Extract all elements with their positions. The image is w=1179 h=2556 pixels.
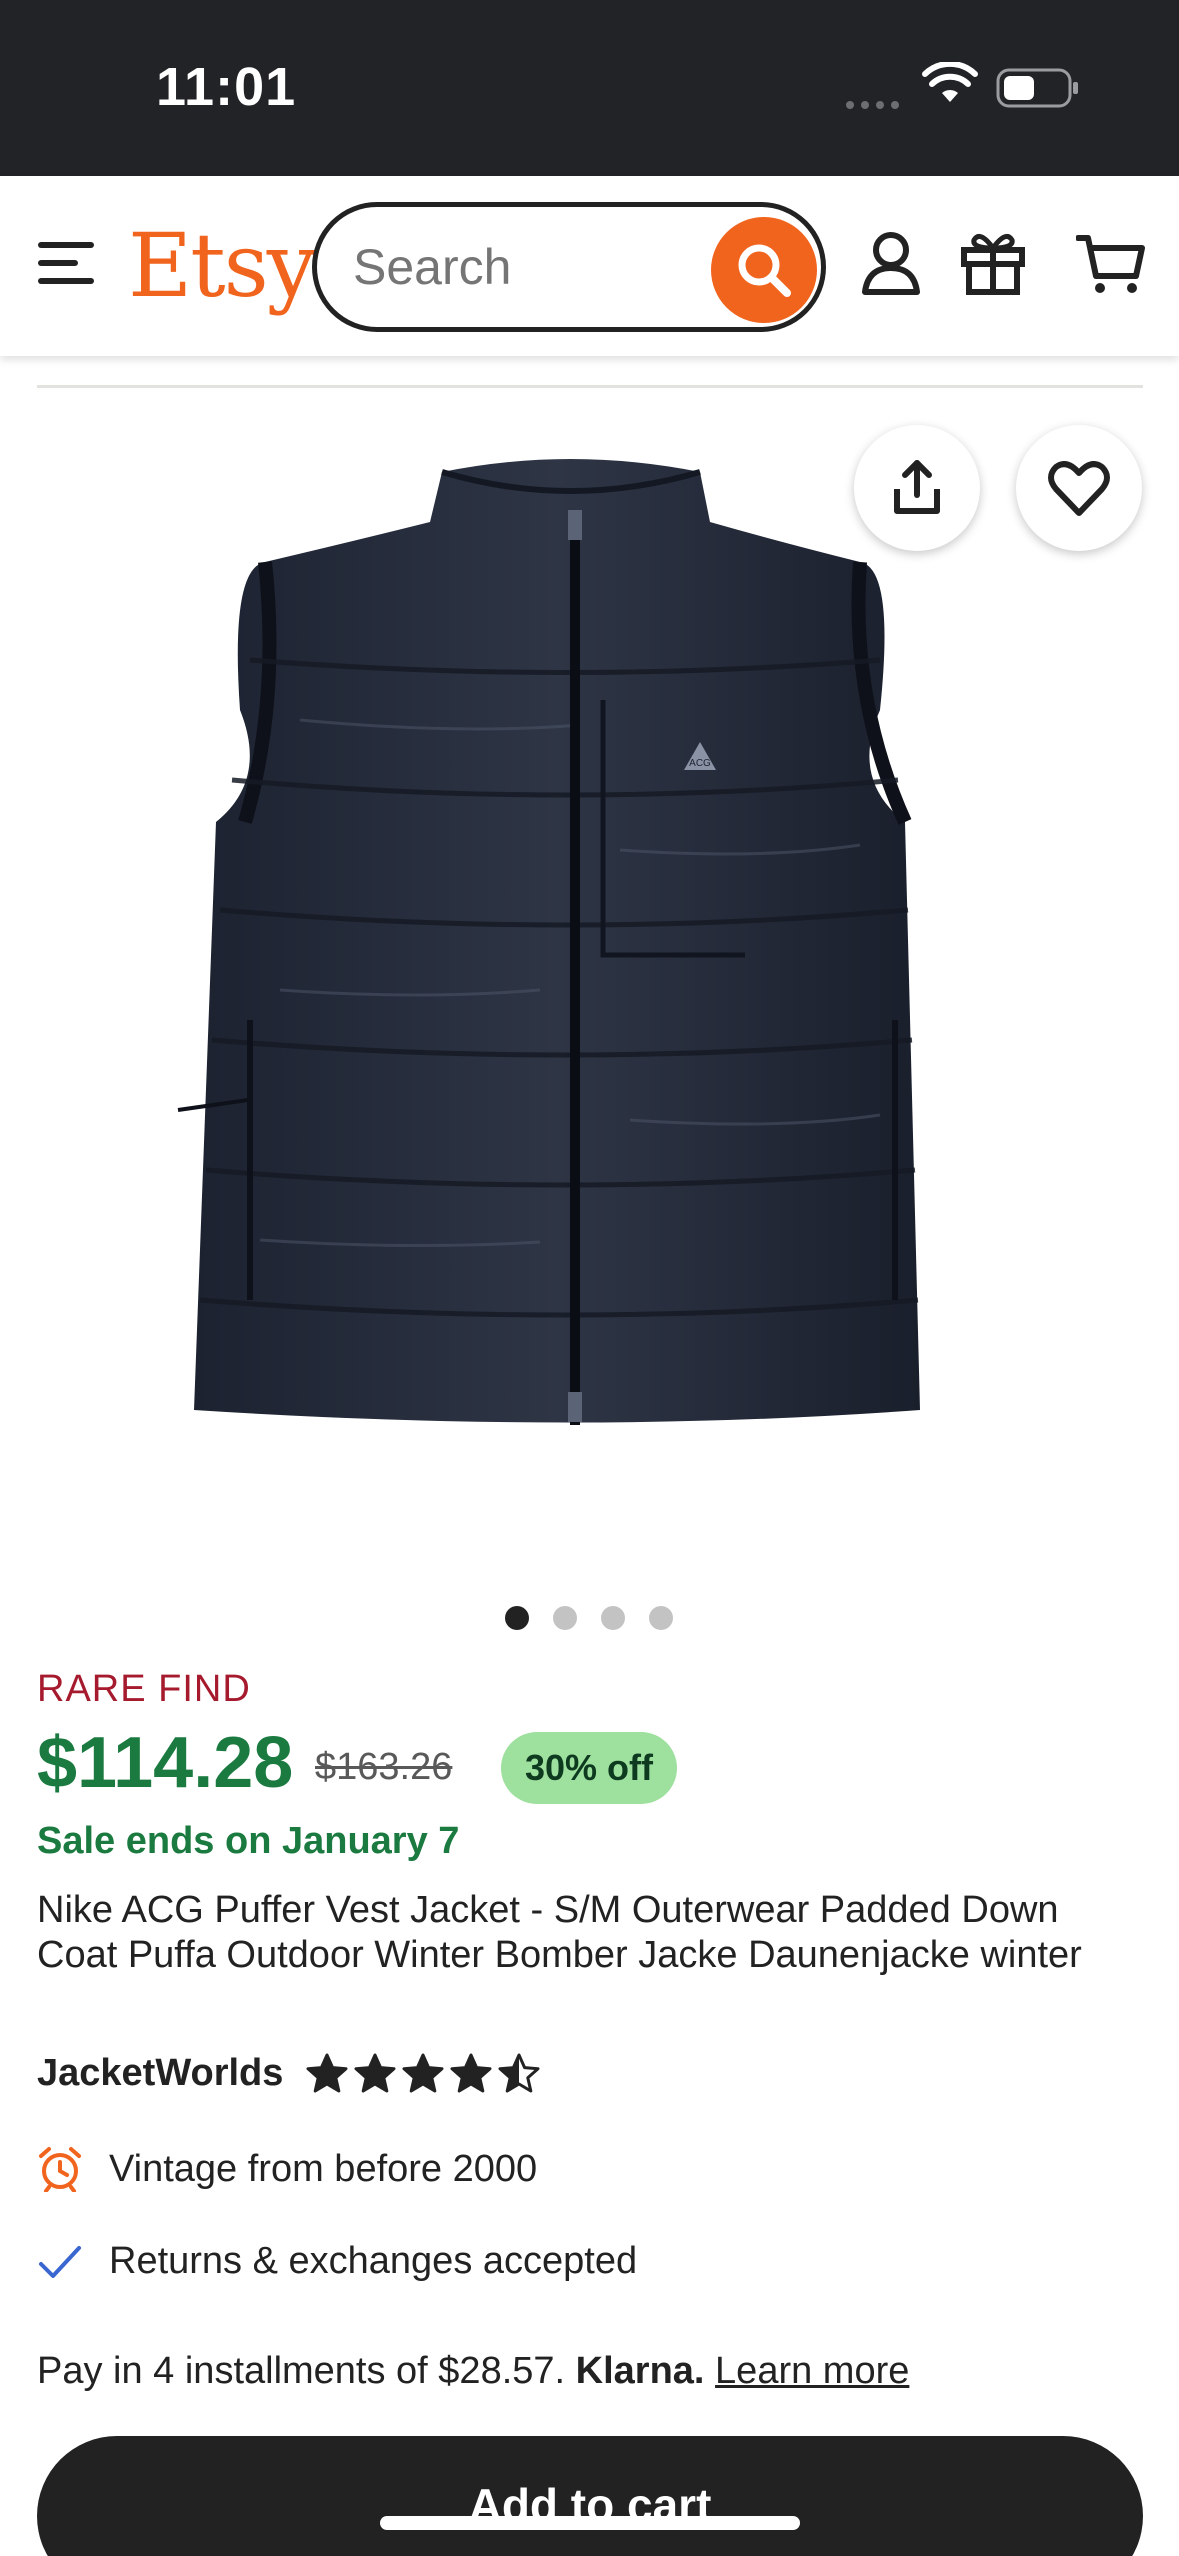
installments-text: Pay in 4 installments of $28.57.: [37, 2350, 566, 2392]
cart-icon[interactable]: [1076, 232, 1146, 296]
site-header: Etsy: [0, 176, 1179, 356]
alarm-clock-icon: [39, 2147, 81, 2192]
share-button[interactable]: [854, 425, 980, 551]
status-time: 11:01: [156, 57, 297, 117]
home-indicator: [380, 2516, 800, 2530]
favorite-button[interactable]: [1016, 425, 1142, 551]
star-full-icon: [402, 2053, 444, 2093]
klarna-logo: Klarna.: [575, 2350, 705, 2392]
heart-icon: [1048, 461, 1110, 516]
star-half-icon: [498, 2053, 540, 2093]
search-icon: [738, 244, 791, 297]
carousel-dot[interactable]: [553, 1606, 577, 1630]
etsy-logo[interactable]: Etsy: [128, 214, 316, 317]
installments-info: Pay in 4 installments of $28.57. Klarna.…: [37, 2350, 909, 2393]
status-bar: 11:01: [0, 0, 1179, 176]
search-input[interactable]: [353, 237, 683, 297]
share-icon: [894, 460, 940, 514]
carousel-dot[interactable]: [649, 1606, 673, 1630]
star-full-icon: [450, 2053, 492, 2093]
product-title: Nike ACG Puffer Vest Jacket - S/M Outerw…: [37, 1889, 1082, 1976]
search-bar: [312, 202, 826, 332]
sale-price: $114.28: [37, 1723, 294, 1803]
battery-icon: [996, 68, 1078, 108]
sale-ends: Sale ends on January 7: [37, 1820, 460, 1862]
shop-name-link[interactable]: JacketWorlds: [37, 2052, 283, 2095]
discount-badge: 30% off: [501, 1732, 678, 1804]
rating-stars[interactable]: [305, 2052, 545, 2096]
feature-text: Vintage from before 2000: [109, 2148, 538, 2190]
learn-more-link[interactable]: Learn more: [715, 2350, 909, 2392]
carousel-dot[interactable]: [505, 1606, 529, 1630]
feature-text: Returns & exchanges accepted: [109, 2240, 638, 2282]
checkmark-icon: [39, 2246, 81, 2278]
wifi-icon: [922, 62, 978, 102]
rare-find-badge: RARE FIND: [37, 1668, 251, 1710]
search-button[interactable]: [711, 217, 817, 323]
original-price: $163.26: [315, 1746, 453, 1788]
gift-icon[interactable]: [960, 228, 1026, 296]
menu-icon[interactable]: [38, 240, 94, 286]
carousel-dot[interactable]: [601, 1606, 625, 1630]
svg-text:ACG: ACG: [689, 758, 711, 769]
product-image[interactable]: ACG: [160, 450, 1000, 1470]
star-full-icon: [354, 2053, 396, 2093]
account-icon[interactable]: [860, 230, 922, 296]
divider: [37, 385, 1143, 388]
signal-icon: [846, 96, 906, 109]
add-to-cart-button[interactable]: Add to cart: [37, 2436, 1143, 2556]
star-full-icon: [306, 2053, 348, 2093]
